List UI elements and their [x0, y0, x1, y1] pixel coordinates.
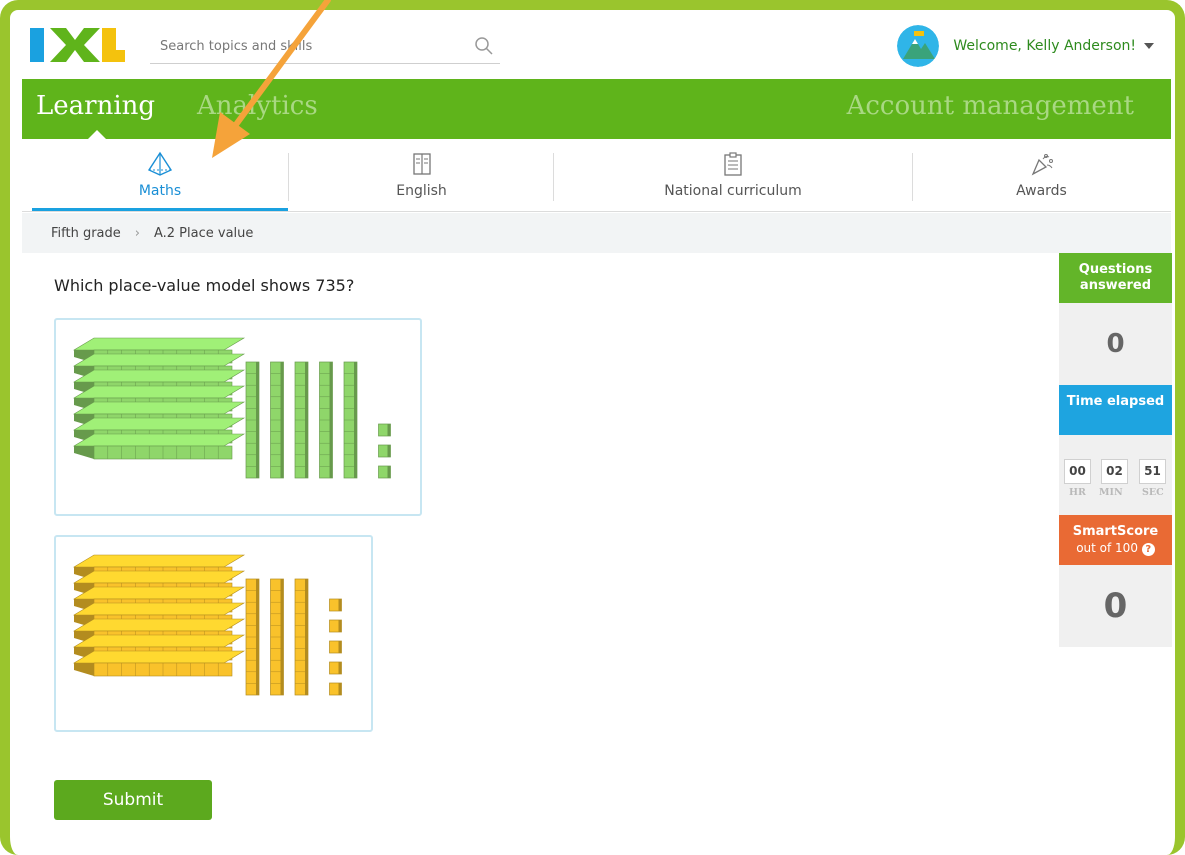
tab-awards[interactable]: Awards [912, 139, 1171, 211]
flat-side [74, 446, 94, 459]
breadcrumb: Fifth grade › A.2 Place value [22, 213, 1171, 253]
smartscore-header: SmartScore out of 100 ? [1059, 515, 1172, 565]
flat-top [72, 433, 246, 447]
tab-awards-label: Awards [1016, 183, 1067, 199]
time-elapsed-label: Time elapsed [1059, 385, 1172, 435]
party-popper-icon [1031, 154, 1053, 176]
tens-rod [343, 361, 358, 479]
welcome-text[interactable]: Welcome, Kelly Anderson! [953, 38, 1136, 54]
top-bar: Welcome, Kelly Anderson! [22, 18, 1162, 74]
user-menu[interactable]: Welcome, Kelly Anderson! [897, 25, 1154, 67]
flat-top [72, 385, 246, 399]
search-icon[interactable] [474, 36, 494, 56]
questions-answered-label: Questions answered [1059, 253, 1172, 303]
timer-hours-unit: HR [1069, 487, 1086, 498]
nav-account-management[interactable]: Account management [847, 91, 1134, 121]
hundreds-flat [72, 433, 246, 460]
timer: 00 02 51 HR MIN SEC [1059, 435, 1172, 515]
tens-rod [245, 361, 260, 479]
cube-side [338, 683, 342, 695]
tab-maths-label: Maths [138, 183, 182, 199]
tens-rod [319, 361, 333, 479]
breadcrumb-grade[interactable]: Fifth grade [51, 226, 121, 241]
ones-cube [378, 423, 391, 437]
answer-choice-a[interactable] [54, 318, 422, 516]
timer-seconds: 51 [1139, 459, 1166, 484]
cube-side [338, 599, 342, 611]
tens-rod [270, 361, 284, 479]
flat-top [72, 369, 246, 383]
main-nav: Learning Analytics Account management [22, 79, 1171, 140]
timer-minutes: 02 [1101, 459, 1128, 484]
cube-side [387, 445, 391, 457]
flat-top [72, 602, 246, 616]
subject-tabs: Maths English National curriculum Awards [22, 139, 1171, 212]
tab-national-curriculum[interactable]: National curriculum [554, 139, 912, 211]
timer-hours: 00 [1064, 459, 1091, 484]
breadcrumb-skill: A.2 Place value [153, 225, 254, 241]
clipboard-icon [724, 152, 742, 176]
flat-side [74, 663, 94, 676]
flat-top [72, 650, 246, 664]
nav-learning[interactable]: Learning [36, 91, 155, 121]
smartscore-value: 0 [1059, 565, 1172, 647]
ones-cube [329, 682, 342, 696]
smartscore-label: SmartScore [1072, 524, 1159, 539]
avatar [897, 25, 940, 67]
timer-seconds-unit: SEC [1142, 487, 1164, 498]
stats-panel: Questions answered 0 Time elapsed 00 02 … [1059, 253, 1172, 647]
book-icon [412, 153, 431, 175]
ones-cube [378, 444, 391, 458]
flat-top [72, 634, 246, 648]
cube-side [387, 466, 391, 478]
flat-top [72, 337, 246, 351]
cube-side [338, 662, 342, 674]
flat-top [72, 586, 246, 600]
nav-analytics[interactable]: Analytics [197, 91, 318, 121]
search-box [150, 30, 500, 64]
pyramid-icon [147, 151, 173, 176]
cube-side [387, 424, 391, 436]
ones-cube [329, 661, 342, 675]
question-text: Which place-value model shows 735? [54, 276, 355, 295]
tab-national-curriculum-label: National curriculum [664, 183, 802, 199]
chevron-right-icon: › [134, 225, 140, 241]
tab-maths[interactable]: Maths [32, 139, 288, 211]
flat-top [72, 401, 246, 415]
flat-top [72, 570, 246, 584]
tens-rod [294, 578, 309, 696]
hundreds-flat [72, 650, 246, 677]
flat-top [72, 417, 246, 431]
flat-top [72, 554, 246, 568]
cube-side [338, 620, 342, 632]
flat-top [72, 618, 246, 632]
chevron-down-icon[interactable] [1144, 43, 1154, 49]
ones-cube [378, 465, 391, 479]
place-value-model-b [72, 554, 342, 696]
cube-side [338, 641, 342, 653]
timer-minutes-unit: MIN [1099, 487, 1123, 498]
search-input[interactable] [150, 30, 460, 62]
tens-rod [294, 361, 309, 479]
submit-button[interactable]: Submit [54, 780, 212, 820]
tens-rod [245, 578, 260, 696]
tens-rod [270, 578, 284, 696]
place-value-model-a [72, 337, 391, 479]
ones-cube [329, 619, 342, 633]
tab-english-label: English [396, 183, 447, 199]
ones-cube [329, 598, 342, 612]
answer-choice-b[interactable] [54, 535, 373, 732]
ixl-logo[interactable] [30, 26, 125, 64]
questions-answered-value: 0 [1059, 303, 1172, 385]
smartscore-sub: out of 100 [1076, 541, 1138, 555]
help-icon[interactable]: ? [1141, 543, 1155, 556]
tab-english[interactable]: English [289, 139, 554, 211]
ones-cube [329, 640, 342, 654]
flat-top [72, 353, 246, 367]
